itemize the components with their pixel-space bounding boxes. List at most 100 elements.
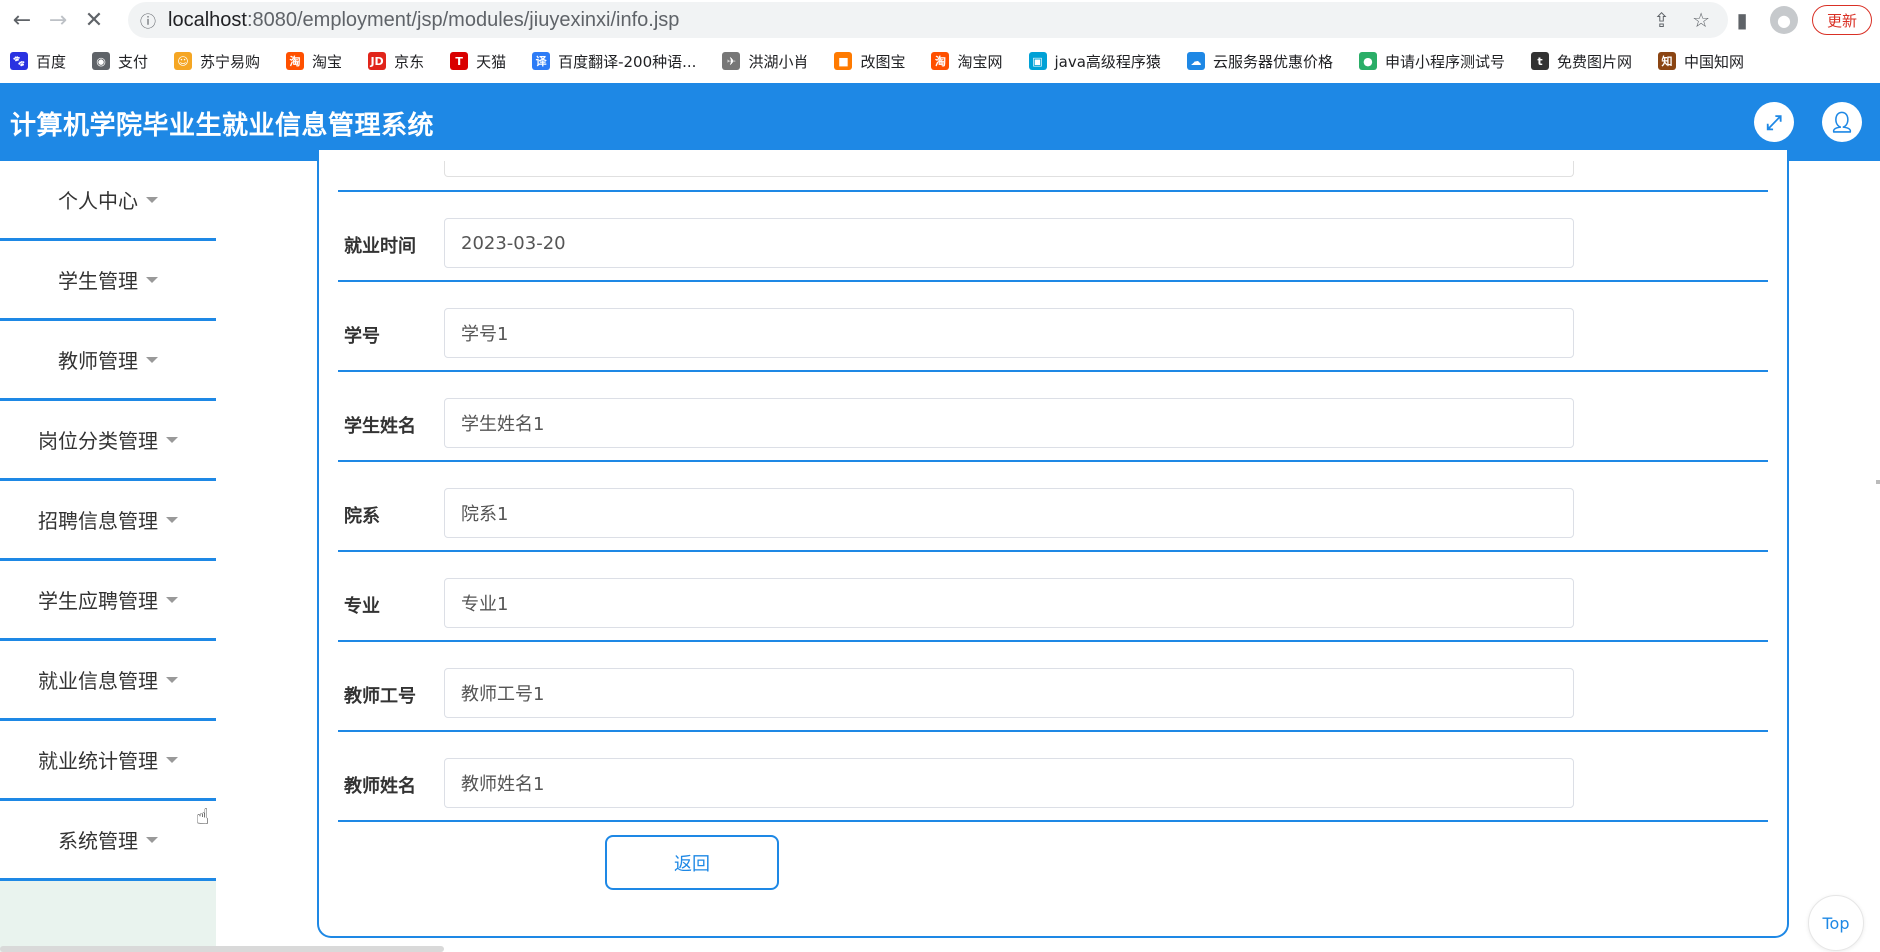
row-divider (338, 460, 1768, 462)
forward-arrow-icon[interactable]: → (40, 2, 76, 38)
sidebar: 个人中心 学生管理 教师管理 岗位分类管理 招聘信息管理 学生应聘管理 就业信息… (0, 161, 216, 952)
teacher-id-field[interactable]: 教师工号1 (444, 668, 1574, 718)
bookmark-label: 京东 (394, 52, 425, 71)
horizontal-scrollbar[interactable] (0, 946, 444, 952)
row-divider (338, 190, 1768, 192)
department-field[interactable]: 院系1 (444, 488, 1574, 538)
back-arrow-icon[interactable]: ← (4, 2, 40, 38)
gaitubao-icon: ■ (834, 52, 853, 70)
caret-down-icon (166, 516, 178, 523)
translate-icon: 译 (532, 52, 551, 70)
url-path: :8080/employment/jsp/modules/jiuyexinxi/… (246, 8, 680, 31)
bookmark-item[interactable]: 🐾︎ 百度 (10, 51, 66, 72)
major-field[interactable]: 专业1 (444, 578, 1574, 628)
fullscreen-icon[interactable]: ⤢ (1754, 102, 1794, 142)
previous-field-input[interactable] (444, 161, 1574, 177)
bookmark-label: 苏宁易购 (200, 52, 261, 71)
bookmark-label: 天猫 (476, 52, 507, 71)
bookmark-label: 申请小程序测试号 (1384, 52, 1505, 71)
teacher-name-field[interactable]: 教师姓名1 (444, 758, 1574, 808)
user-icon[interactable]: 👤︎ (1822, 102, 1862, 142)
field-label-department: 院系 (344, 506, 380, 527)
side-panel-icon[interactable]: ▮ (1728, 6, 1756, 34)
field-label-major: 专业 (344, 596, 380, 617)
field-label-teacher-id: 教师工号 (344, 686, 416, 707)
bookmark-label: 中国知网 (1683, 52, 1744, 71)
profile-avatar-icon[interactable]: ● (1769, 6, 1798, 34)
cnki-icon: 知 (1657, 52, 1676, 70)
scroll-to-top-button[interactable]: Top (1808, 895, 1864, 951)
sidebar-item-position-category[interactable]: 岗位分类管理 (0, 401, 216, 481)
address-bar[interactable]: ⓘ localhost:8080/employment/jsp/modules/… (128, 2, 1728, 38)
bookmark-item[interactable]: T 天猫 (450, 51, 506, 72)
bookmark-item[interactable]: JD 京东 (368, 51, 424, 72)
globe-icon: ◉ (92, 52, 111, 70)
bookmark-item[interactable]: ▣ java高级程序猿 (1028, 51, 1161, 72)
sidebar-item-label: 学生应聘管理 (38, 589, 158, 613)
student-name-field[interactable]: 学生姓名1 (444, 398, 1574, 448)
bookmark-label: 免费图片网 (1556, 52, 1632, 71)
hand-cursor-icon: ☝︎ (196, 805, 210, 830)
bookmark-item[interactable]: ◉ 支付 (92, 51, 148, 72)
sidebar-item-label: 系统管理 (58, 829, 138, 853)
caret-down-icon (146, 196, 158, 203)
bookmark-item[interactable]: ● 申请小程序测试号 (1358, 51, 1505, 72)
bookmark-item[interactable]: 译百度翻译-200种语... (532, 51, 696, 72)
bookmark-label: 支付 (118, 52, 149, 71)
update-button[interactable]: 更新 (1811, 5, 1872, 35)
sidebar-item-employment-info[interactable]: 就业信息管理 (0, 641, 216, 721)
employment-date-field[interactable]: 2023-03-20 (444, 218, 1574, 268)
sidebar-item-personal-center[interactable]: 个人中心 (0, 161, 216, 241)
bookmark-item[interactable]: ☺ 苏宁易购 (174, 51, 260, 72)
caret-down-icon (146, 356, 158, 363)
row-divider (338, 280, 1768, 282)
bookmark-label: 洪湖小肖 (748, 52, 809, 71)
sidebar-item-label: 学生管理 (58, 269, 138, 293)
bilibili-icon: ▣ (1028, 52, 1047, 70)
sidebar-item-system-management[interactable]: 系统管理 (0, 801, 216, 881)
bookmark-item[interactable]: 淘淘宝 (286, 51, 342, 72)
caret-down-icon (166, 436, 178, 443)
sidebar-item-label: 就业统计管理 (38, 749, 158, 773)
url-host: localhost (168, 8, 247, 31)
jd-icon: JD (368, 52, 387, 70)
row-divider (338, 730, 1768, 732)
sidebar-item-student-applications[interactable]: 学生应聘管理 (0, 561, 216, 641)
bookmark-item[interactable]: 淘淘宝网 (931, 51, 1003, 72)
bookmark-item[interactable]: t 免费图片网 (1530, 51, 1632, 72)
site-info-icon[interactable]: ⓘ (128, 8, 168, 32)
bookmark-item[interactable]: 知中国知网 (1657, 51, 1744, 72)
stop-loading-icon[interactable]: ✕ (76, 2, 112, 38)
sidebar-item-teacher-management[interactable]: 教师管理 (0, 321, 216, 401)
row-divider (338, 640, 1768, 642)
caret-down-icon (166, 676, 178, 683)
sidebar-item-employment-statistics[interactable]: 就业统计管理 (0, 721, 216, 801)
field-label-student-id: 学号 (344, 326, 380, 347)
bookmark-item[interactable]: ✈ 洪湖小肖 (722, 51, 808, 72)
bookmark-item[interactable]: ☁ 云服务器优惠价格 (1186, 51, 1333, 72)
bookmark-label: java高级程序猿 (1054, 52, 1161, 71)
taobao-icon: 淘 (931, 52, 950, 70)
sidebar-item-label: 个人中心 (58, 189, 138, 213)
caret-down-icon (166, 756, 178, 763)
sidebar-item-label: 岗位分类管理 (38, 429, 158, 453)
back-button[interactable]: 返回 (605, 835, 779, 890)
bookmark-item[interactable]: ■ 改图宝 (834, 51, 905, 72)
scroll-indicator (1876, 480, 1880, 484)
bird-icon: ✈ (722, 52, 741, 70)
share-icon[interactable]: ⇪ (1653, 8, 1670, 32)
bookmark-label: 淘宝网 (957, 52, 1003, 71)
url-text[interactable]: localhost:8080/employment/jsp/modules/ji… (168, 9, 679, 32)
sidebar-item-recruitment-info[interactable]: 招聘信息管理 (0, 481, 216, 561)
suning-lion-icon: ☺ (174, 52, 193, 70)
bookmark-label: 云服务器优惠价格 (1212, 52, 1333, 71)
baidu-paw-icon: 🐾︎ (10, 52, 28, 70)
student-id-field[interactable]: 学号1 (444, 308, 1574, 358)
tmall-icon: T (450, 52, 469, 70)
app-title: 计算机学院毕业生就业信息管理系统 (10, 111, 435, 141)
row-divider (338, 820, 1768, 822)
sidebar-item-label: 招聘信息管理 (38, 509, 158, 533)
bookmark-star-icon[interactable]: ☆ (1692, 8, 1710, 32)
bookmark-label: 淘宝 (312, 52, 343, 71)
sidebar-item-student-management[interactable]: 学生管理 (0, 241, 216, 321)
